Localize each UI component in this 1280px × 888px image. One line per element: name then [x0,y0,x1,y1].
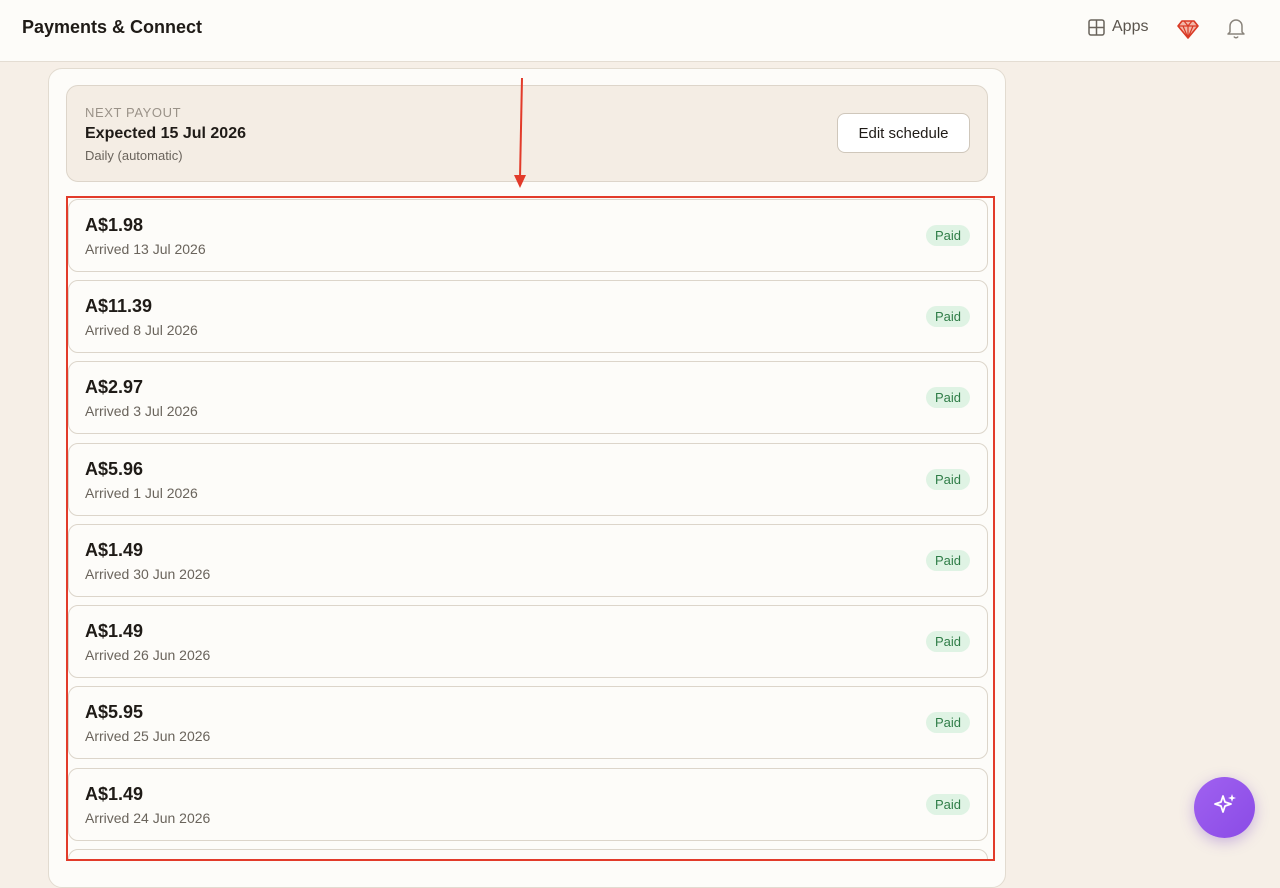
page-title: Payments & Connect [22,17,203,37]
payout-amount: A$5.96 [85,459,144,479]
payout-arrived-date: Arrived 30 Jun 2026 [85,566,211,582]
sparkle-icon [1211,791,1239,824]
next-payout-expected: Expected 15 Jul 2026 [85,125,246,142]
apps-label: Apps [1112,18,1149,35]
payout-amount: A$5.95 [85,702,144,722]
payout-amount: A$2.97 [85,377,144,397]
gem-icon[interactable] [1176,17,1200,41]
status-badge: Paid [925,469,970,490]
payout-row[interactable]: A$1.49 Arrived 30 Jun 2026 Paid [68,524,988,597]
payout-row[interactable]: A$5.95 Arrived 25 Jun 2026 Paid [68,686,988,759]
payout-arrived-date: Arrived 24 Jun 2026 [85,810,211,826]
status-badge: Paid [925,631,970,652]
top-bar: Payments & Connect Apps [0,0,1280,62]
ai-assistant-button[interactable] [1194,777,1255,838]
payout-arrived-date: Arrived 1 Jul 2026 [85,485,198,501]
payout-arrived-date: Arrived 3 Jul 2026 [85,403,198,419]
status-badge: Paid [925,225,970,246]
payout-amount: A$1.49 [85,540,144,560]
status-badge: Paid [925,794,970,815]
payout-amount: A$11.39 [85,296,153,316]
next-payout-schedule: Daily (automatic) [85,148,183,163]
annotation-arrow-icon [510,76,530,190]
next-payout-label: NEXT PAYOUT [85,105,182,120]
grid-icon [1088,18,1105,36]
payout-row[interactable]: A$2.97 Arrived 3 Jul 2026 Paid [68,361,988,434]
payout-amount: A$1.98 [85,215,144,235]
payout-row[interactable]: A$11.39 Arrived 8 Jul 2026 Paid [68,280,988,353]
payout-arrived-date: Arrived 8 Jul 2026 [85,322,198,338]
payout-row-partial[interactable] [68,849,988,859]
payout-list: A$1.98 Arrived 13 Jul 2026 Paid A$11.39 … [68,199,988,859]
payout-arrived-date: Arrived 26 Jun 2026 [85,647,211,663]
status-badge: Paid [925,306,970,327]
payout-arrived-date: Arrived 25 Jun 2026 [85,728,211,744]
status-badge: Paid [925,387,970,408]
payout-arrived-date: Arrived 13 Jul 2026 [85,241,206,257]
status-badge: Paid [925,712,970,733]
payout-row[interactable]: A$5.96 Arrived 1 Jul 2026 Paid [68,443,988,516]
payout-row[interactable]: A$1.98 Arrived 13 Jul 2026 Paid [68,199,988,272]
apps-link[interactable]: Apps [1088,18,1148,36]
bell-icon[interactable] [1224,16,1248,40]
edit-schedule-button[interactable]: Edit schedule [837,113,970,153]
payout-amount: A$1.49 [85,621,144,641]
status-badge: Paid [925,550,970,571]
payout-row[interactable]: A$1.49 Arrived 26 Jun 2026 Paid [68,605,988,678]
payout-amount: A$1.49 [85,784,144,804]
payout-row[interactable]: A$1.49 Arrived 24 Jun 2026 Paid [68,768,988,841]
